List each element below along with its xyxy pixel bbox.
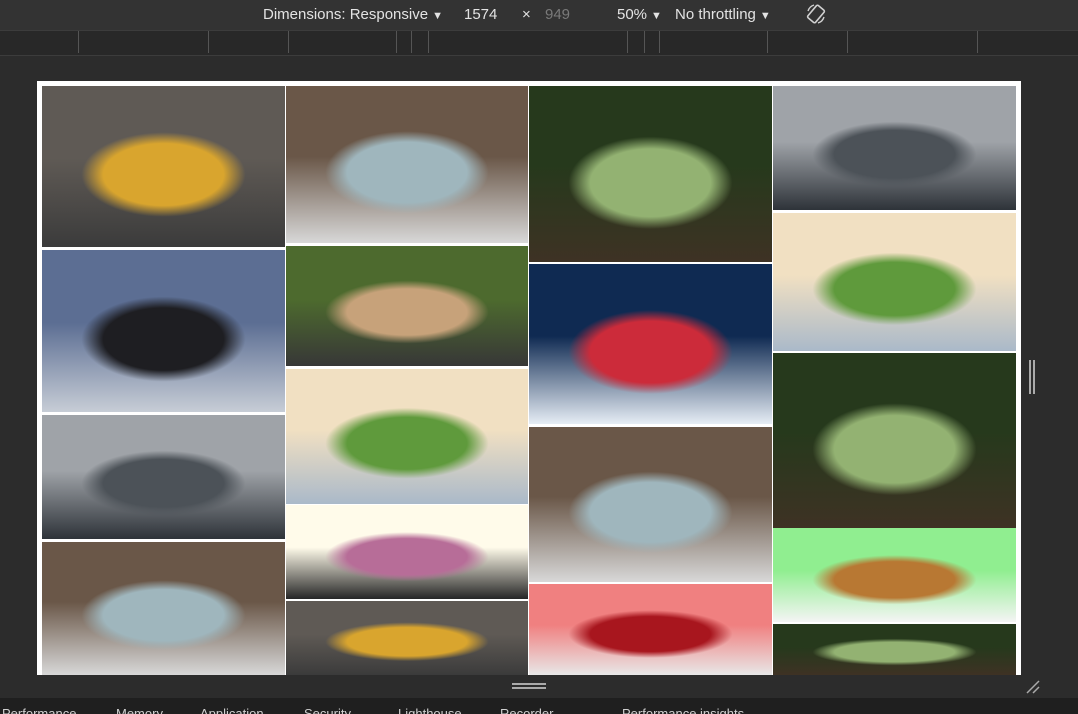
resize-handle-right[interactable] [1029, 360, 1035, 394]
silver-convertible-photo[interactable] [286, 86, 528, 243]
red-convertible-photo[interactable] [529, 584, 772, 675]
green-microcar-photo-3[interactable] [773, 624, 1016, 675]
ruler-marker[interactable] [78, 31, 79, 53]
ruler-marker[interactable] [411, 31, 412, 53]
dimensions-dropdown[interactable]: Dimensions: Responsive ▼ [263, 5, 443, 25]
dimensions-label: Dimensions: Responsive [263, 6, 429, 23]
yellow-sedan-photo[interactable] [42, 86, 285, 247]
ruler-marker[interactable] [977, 31, 978, 53]
chevron-down-icon: ▼ [432, 10, 443, 22]
ruler-marker[interactable] [627, 31, 628, 53]
green-microcar-photo-2[interactable] [773, 353, 1016, 528]
ruler-marker[interactable] [659, 31, 660, 53]
ruler-marker[interactable] [767, 31, 768, 53]
width-input[interactable]: 1574 [464, 5, 497, 25]
black-mustang-photo[interactable] [42, 250, 285, 412]
silver-convertible-photo-2[interactable] [529, 427, 772, 582]
chevron-down-icon: ▼ [651, 10, 662, 22]
red-beetle-snow-photo[interactable] [529, 264, 772, 424]
device-toolbar: Dimensions: Responsive ▼ 1574 × 949 50% ▼ … [0, 0, 1078, 30]
zoom-label: 50% [617, 6, 648, 23]
ruler-marker[interactable] [396, 31, 397, 53]
brown-convertible-photo[interactable] [773, 528, 1016, 622]
throttling-label: No throttling [675, 6, 756, 23]
convertible-interior-photo[interactable] [286, 246, 528, 366]
grey-coupe-garage-photo-2[interactable] [42, 415, 285, 539]
tab-application[interactable]: Application [200, 706, 264, 714]
resize-corner-icon[interactable] [1024, 678, 1042, 696]
palm-beach-aerial-photo-2[interactable] [286, 369, 528, 504]
times-separator: × [522, 6, 531, 23]
zoom-dropdown[interactable]: 50% ▼ [617, 5, 662, 25]
tab-recorder[interactable]: Recorder [500, 706, 553, 714]
tab-security[interactable]: Security [304, 706, 351, 714]
tab-performance-insights[interactable]: Performance insights [622, 706, 744, 714]
tab-performance[interactable]: Performance [2, 706, 76, 714]
devtools-tab-bar: Performance Memory Application Security … [0, 698, 1078, 714]
media-query-ruler [0, 30, 1078, 56]
throttling-dropdown[interactable]: No throttling ▼ [675, 5, 771, 25]
height-input[interactable]: 949 [545, 5, 570, 25]
yellow-sedan-photo-2[interactable] [286, 601, 528, 675]
rotate-icon [806, 4, 826, 24]
emulated-viewport [37, 81, 1021, 675]
ruler-marker[interactable] [644, 31, 645, 53]
resize-handle-bottom[interactable] [512, 683, 546, 689]
chevron-down-icon: ▼ [759, 10, 771, 22]
ruler-marker[interactable] [428, 31, 429, 53]
tab-lighthouse[interactable]: Lighthouse [398, 706, 462, 714]
tab-memory[interactable]: Memory [116, 706, 163, 714]
pink-sedan-photo[interactable] [286, 505, 528, 599]
rotate-button[interactable] [805, 3, 827, 24]
green-microcar-photo[interactable] [529, 86, 772, 262]
ruler-marker[interactable] [208, 31, 209, 53]
palm-beach-aerial-photo[interactable] [773, 213, 1016, 351]
silver-convertible-photo-3[interactable] [42, 542, 285, 675]
ruler-marker[interactable] [847, 31, 848, 53]
grey-coupe-garage-photo[interactable] [773, 86, 1016, 210]
ruler-marker[interactable] [288, 31, 289, 53]
